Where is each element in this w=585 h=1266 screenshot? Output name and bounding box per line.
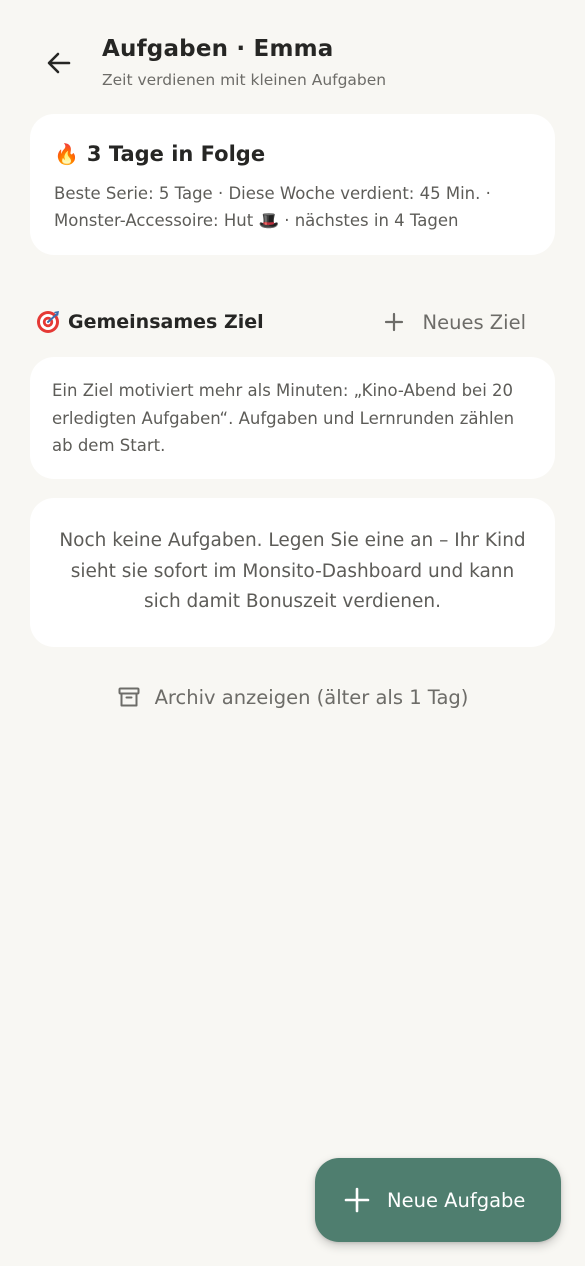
arrow-left-icon xyxy=(47,52,71,74)
archive-box-icon xyxy=(118,687,140,707)
header: Aufgaben · Emma Zeit verdienen mit klein… xyxy=(0,0,585,110)
app-screen: Aufgaben · Emma Zeit verdienen mit klein… xyxy=(0,0,585,1266)
new-goal-label: Neues Ziel xyxy=(422,310,527,334)
show-archive-button[interactable]: Archiv anzeigen (älter als 1 Tag) xyxy=(0,678,585,716)
streak-heading: 🔥 3 Tage in Folge xyxy=(54,138,531,170)
page-subtitle: Zeit verdienen mit kleinen Aufgaben xyxy=(102,71,387,89)
archive-label: Archiv anzeigen (älter als 1 Tag) xyxy=(154,685,469,709)
back-button[interactable] xyxy=(36,40,82,86)
goal-section-label: Gemeinsames Ziel xyxy=(68,311,264,333)
page-title: Aufgaben · Emma xyxy=(102,36,334,62)
streak-card: 🔥 3 Tage in Folge Beste Serie: 5 Tage · … xyxy=(30,114,555,255)
fab-label: Neue Aufgabe xyxy=(387,1188,526,1212)
flame-icon: 🔥 xyxy=(54,142,79,166)
streak-details: Beste Serie: 5 Tage · Diese Woche verdie… xyxy=(54,184,491,230)
new-goal-button[interactable]: Neues Ziel xyxy=(383,302,527,342)
goal-section-title: Gemeinsames Ziel xyxy=(36,310,264,334)
goal-section-header: Gemeinsames Ziel Neues Ziel xyxy=(36,300,546,344)
empty-state-message: Noch keine Aufgaben. Legen Sie eine an –… xyxy=(59,530,526,612)
new-task-fab[interactable]: Neue Aufgabe xyxy=(315,1158,561,1242)
goal-info-card: Ein Ziel motiviert mehr als Minuten: „Ki… xyxy=(30,357,555,479)
streak-title: 3 Tage in Folge xyxy=(86,142,266,166)
goal-description: Ein Ziel motiviert mehr als Minuten: „Ki… xyxy=(52,381,515,455)
target-icon xyxy=(37,311,59,333)
plus-icon xyxy=(344,1187,370,1213)
tasks-empty-state: Noch keine Aufgaben. Legen Sie eine an –… xyxy=(30,498,555,647)
plus-icon xyxy=(384,312,403,332)
